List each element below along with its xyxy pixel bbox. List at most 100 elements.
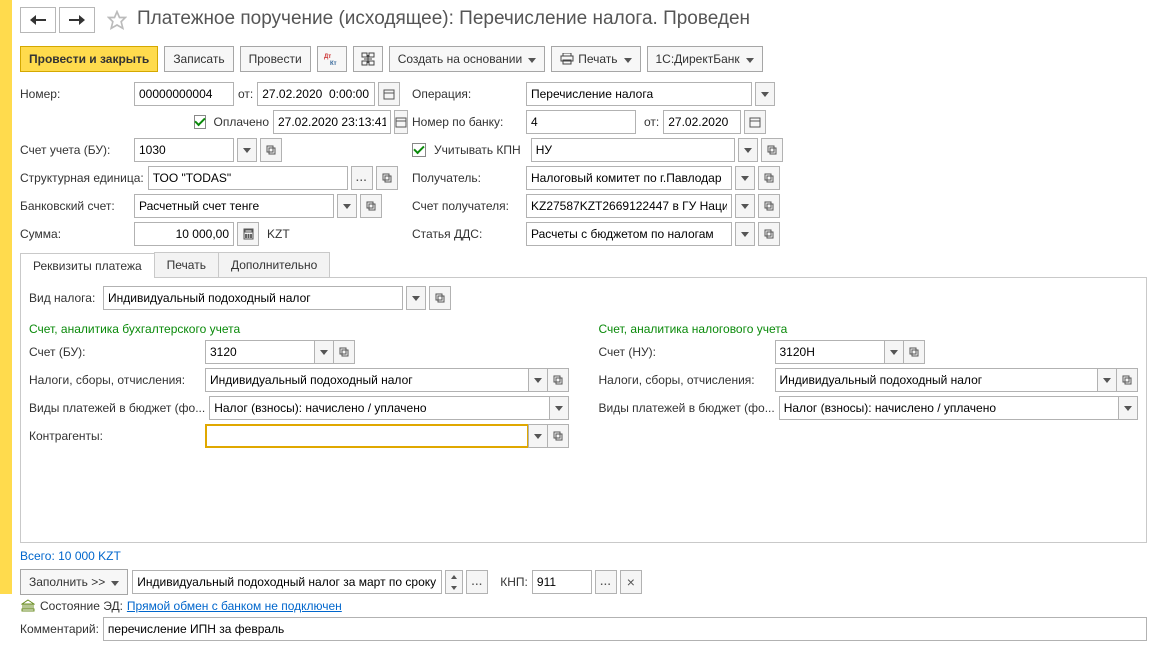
page-title: Платежное поручение (исходящее): Перечис…: [137, 4, 750, 36]
structure-icon-button[interactable]: [353, 46, 383, 72]
dds-field[interactable]: [526, 222, 732, 246]
recipient-open[interactable]: [758, 166, 780, 190]
fill-select-choose[interactable]: [466, 570, 488, 594]
kpn-field[interactable]: [531, 138, 735, 162]
taxes-bu-label: Налоги, сборы, отчисления:: [29, 373, 201, 387]
sum-label: Сумма:: [20, 227, 130, 241]
account-bu-label: Счет учета (БУ):: [20, 143, 130, 157]
account-bu2-open[interactable]: [333, 340, 355, 364]
create-based-button[interactable]: Создать на основании: [389, 46, 546, 72]
paid-checkbox[interactable]: [194, 115, 206, 129]
tax-kind-dropdown[interactable]: [406, 286, 426, 310]
operation-dropdown-icon[interactable]: [755, 82, 775, 106]
kpn-open[interactable]: [761, 138, 783, 162]
operation-label: Операция:: [412, 87, 522, 101]
taxes-nu-open[interactable]: [1116, 368, 1138, 392]
taxes-nu-field[interactable]: [775, 368, 1099, 392]
ed-state-link[interactable]: Прямой обмен с банком не подключен: [127, 599, 342, 613]
date2-calendar-icon[interactable]: [394, 110, 408, 134]
comment-field[interactable]: [103, 617, 1147, 641]
kpn-checkbox[interactable]: [412, 143, 426, 157]
dds-dropdown[interactable]: [735, 222, 755, 246]
comment-label: Комментарий:: [20, 622, 99, 636]
dtkt-icon-button[interactable]: ДтКт: [317, 46, 347, 72]
date2-field[interactable]: [273, 110, 391, 134]
svg-text:Кт: Кт: [330, 61, 337, 66]
fill-select-field[interactable]: [132, 570, 442, 594]
payment-bu-dropdown[interactable]: [549, 396, 569, 420]
account-bu2-field[interactable]: [205, 340, 315, 364]
knp-choose[interactable]: [595, 570, 617, 594]
struct-unit-choose[interactable]: [351, 166, 373, 190]
account-bu-open[interactable]: [260, 138, 282, 162]
print-button[interactable]: Печать: [551, 46, 640, 72]
recipient-account-label: Счет получателя:: [412, 199, 522, 213]
from-label-2: от:: [644, 115, 659, 129]
date3-field[interactable]: [663, 110, 741, 134]
tabs: Реквизиты платежа Печать Дополнительно: [20, 252, 1147, 278]
counterparties-field[interactable]: [205, 424, 529, 448]
knp-clear[interactable]: [620, 570, 642, 594]
account-nu-field[interactable]: [775, 340, 885, 364]
directbank-button[interactable]: 1С:ДиректБанк: [647, 46, 763, 72]
date1-calendar-icon[interactable]: [378, 82, 400, 106]
counterparties-open[interactable]: [547, 424, 569, 448]
recipient-dropdown[interactable]: [735, 166, 755, 190]
payment-nu-label: Виды платежей в бюджет (фо...: [599, 401, 775, 415]
sum-calc-icon[interactable]: [237, 222, 259, 246]
date3-calendar-icon[interactable]: [744, 110, 766, 134]
total-summary: Всего: 10 000 KZT: [20, 549, 1147, 563]
bank-account-open[interactable]: [360, 194, 382, 218]
account-bu-field[interactable]: [134, 138, 234, 162]
dds-open[interactable]: [758, 222, 780, 246]
knp-field[interactable]: [532, 570, 592, 594]
taxes-nu-dropdown[interactable]: [1097, 368, 1117, 392]
struct-unit-open[interactable]: [376, 166, 398, 190]
knp-label: КНП:: [500, 575, 528, 589]
paid-label: Оплачено: [214, 115, 269, 129]
recipient-account-dropdown[interactable]: [735, 194, 755, 218]
tab-print[interactable]: Печать: [154, 252, 219, 277]
tab-requisites[interactable]: Реквизиты платежа: [20, 253, 155, 278]
number-field[interactable]: [134, 82, 234, 106]
struct-unit-field[interactable]: [148, 166, 348, 190]
fill-button[interactable]: Заполнить >>: [20, 569, 128, 595]
operation-field[interactable]: [526, 82, 752, 106]
recipient-field[interactable]: [526, 166, 732, 190]
fill-select-spinner[interactable]: [445, 570, 463, 594]
tax-kind-field[interactable]: [103, 286, 403, 310]
date1-field[interactable]: [257, 82, 375, 106]
counterparties-label: Контрагенты:: [29, 429, 201, 443]
account-nu-dropdown[interactable]: [884, 340, 904, 364]
tab-additional[interactable]: Дополнительно: [218, 252, 330, 277]
account-bu-dropdown[interactable]: [237, 138, 257, 162]
post-and-close-button[interactable]: Провести и закрыть: [20, 46, 158, 72]
counterparties-dropdown[interactable]: [528, 424, 548, 448]
tab-panel: Вид налога: Счет, аналитика бухгалтерско…: [20, 278, 1147, 543]
account-nu-open[interactable]: [903, 340, 925, 364]
taxes-bu-dropdown[interactable]: [528, 368, 548, 392]
bank-account-label: Банковский счет:: [20, 199, 130, 213]
account-bu2-dropdown[interactable]: [314, 340, 334, 364]
nav-forward-button[interactable]: [59, 7, 95, 33]
recipient-account-field[interactable]: [526, 194, 732, 218]
payment-nu-dropdown[interactable]: [1118, 396, 1138, 420]
bank-icon: [20, 599, 36, 613]
bank-account-field[interactable]: [134, 194, 334, 218]
post-button[interactable]: Провести: [240, 46, 311, 72]
bank-number-field[interactable]: [526, 110, 636, 134]
tax-kind-open[interactable]: [429, 286, 451, 310]
taxes-bu-open[interactable]: [547, 368, 569, 392]
payment-bu-field[interactable]: [209, 396, 549, 420]
taxes-bu-field[interactable]: [205, 368, 529, 392]
bank-account-dropdown[interactable]: [337, 194, 357, 218]
nu-section-title: Счет, аналитика налогового учета: [599, 322, 1139, 336]
payment-nu-field[interactable]: [779, 396, 1119, 420]
save-button[interactable]: Записать: [164, 46, 233, 72]
nav-back-button[interactable]: [20, 7, 56, 33]
kpn-dropdown[interactable]: [738, 138, 758, 162]
recipient-account-open[interactable]: [758, 194, 780, 218]
sum-field[interactable]: [134, 222, 234, 246]
favorite-star-icon[interactable]: [105, 8, 129, 32]
kpn-label: Учитывать КПН: [434, 143, 521, 157]
